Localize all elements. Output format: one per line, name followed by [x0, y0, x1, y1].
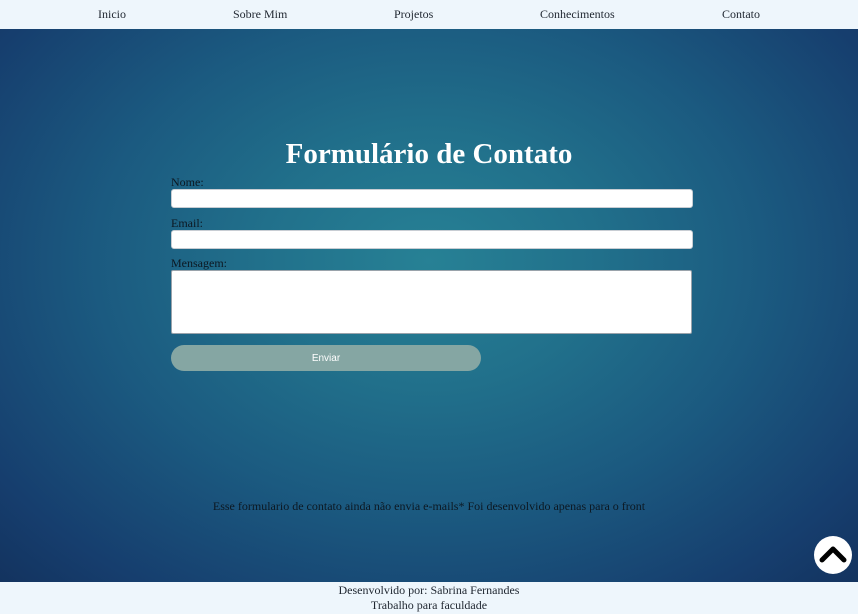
nav-link-contato[interactable]: Contato — [722, 7, 760, 22]
back-to-top-button[interactable] — [814, 536, 852, 574]
submit-button[interactable]: Enviar — [171, 345, 481, 371]
nav-link-sobre-mim[interactable]: Sobre Mim — [233, 7, 287, 22]
name-label: Nome: — [171, 175, 204, 189]
footer-subtitle: Trabalho para faculdade — [370, 598, 488, 612]
message-textarea[interactable] — [171, 270, 692, 334]
nav-link-inicio[interactable]: Inicio — [98, 7, 126, 22]
form-title: Formulário de Contato — [285, 138, 573, 170]
navbar: Inicio Sobre Mim Projetos Conhecimentos … — [0, 0, 858, 29]
nav-link-conhecimentos[interactable]: Conhecimentos — [540, 7, 615, 22]
disclaimer-note: Esse formulario de contato ainda não env… — [212, 499, 646, 513]
message-label: Mensagem: — [171, 256, 227, 270]
email-label: Email: — [171, 216, 203, 230]
contact-section: Formulário de Contato Nome: Email: Mensa… — [0, 29, 858, 582]
page: Inicio Sobre Mim Projetos Conhecimentos … — [0, 0, 858, 614]
nav-link-projetos[interactable]: Projetos — [394, 7, 433, 22]
email-input[interactable] — [171, 230, 693, 249]
footer: Desenvolvido por: Sabrina Fernandes Trab… — [0, 582, 858, 614]
name-input[interactable] — [171, 189, 693, 208]
footer-credit: Desenvolvido por: Sabrina Fernandes — [338, 583, 520, 597]
chevron-up-icon — [819, 546, 847, 563]
